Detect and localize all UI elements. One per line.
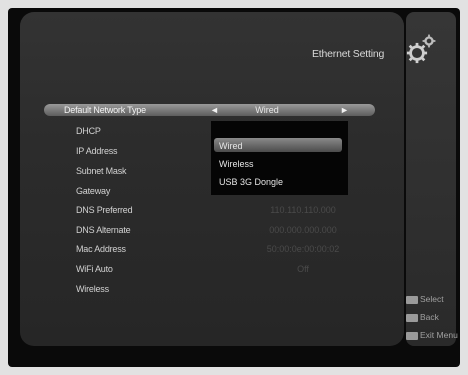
gateway-label[interactable]: Gateway (76, 186, 110, 196)
dropdown-option-wired[interactable]: Wired (219, 141, 243, 151)
dns-alternate-label[interactable]: DNS Alternate (76, 225, 131, 235)
wireless-label[interactable]: Wireless (76, 284, 109, 294)
dns-alternate-value: 000.000.000.000 (269, 225, 337, 235)
tv-frame: Ethernet Setting Default Network Type ◄ … (0, 0, 468, 375)
left-arrow-icon[interactable]: ◄ (210, 105, 219, 115)
wifi-auto-value: Off (297, 264, 309, 274)
legend-select: Select (406, 294, 444, 304)
mac-address-label[interactable]: Mac Address (76, 244, 126, 254)
subnet-mask-label[interactable]: Subnet Mask (76, 166, 127, 176)
exit-key-icon (406, 331, 418, 340)
dns-preferred-value: 110.110.110.000 (270, 205, 336, 215)
legend-back-label: Back (420, 312, 439, 322)
dns-preferred-label[interactable]: DNS Preferred (76, 205, 133, 215)
default-network-type-label: Default Network Type (64, 105, 146, 115)
ok-key-icon (406, 295, 418, 304)
network-type-dropdown[interactable]: Wired Wireless USB 3G Dongle (211, 121, 348, 195)
ip-address-label[interactable]: IP Address (76, 146, 118, 156)
right-arrow-icon[interactable]: ► (340, 105, 349, 115)
legend-select-label: Select (420, 294, 444, 304)
page-title: Ethernet Setting (312, 48, 385, 60)
dropdown-option-usb-3g-dongle[interactable]: USB 3G Dongle (219, 177, 283, 187)
legend-back: Back (406, 312, 439, 322)
small-gear-icon (422, 34, 436, 48)
default-network-type-value[interactable]: Wired (222, 105, 312, 115)
dropdown-option-wireless[interactable]: Wireless (219, 159, 254, 169)
dhcp-label[interactable]: DHCP (76, 126, 101, 136)
back-key-icon (406, 313, 418, 322)
legend-exit-label: Exit Menu (420, 330, 458, 340)
mac-address-value: 50:00:0e:00:00:02 (266, 244, 340, 254)
wifi-auto-label[interactable]: WiFi Auto (76, 264, 113, 274)
legend-exit: Exit Menu (406, 330, 458, 340)
